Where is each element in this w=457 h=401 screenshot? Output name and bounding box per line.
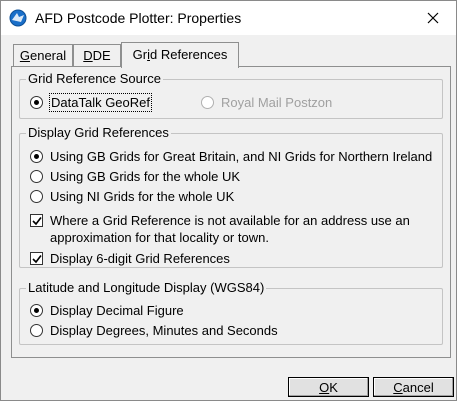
radio-button-disabled[interactable] [201, 96, 214, 109]
radio-button[interactable] [30, 190, 43, 203]
check-mark-icon [31, 254, 42, 263]
tab-grid-references[interactable]: Grid References [121, 42, 239, 68]
cancel-button[interactable]: Cancel [373, 377, 454, 397]
radio-decimal-figure[interactable]: Display Decimal Figure [30, 302, 184, 319]
cancel-button-mnemonic: C [393, 379, 403, 395]
radio-button-checked[interactable] [30, 150, 43, 163]
checkbox-6-digit-grid-references[interactable]: Display 6-digit Grid References [30, 250, 230, 267]
radio-ni-grids-whole-uk[interactable]: Using NI Grids for the whole UK [30, 188, 234, 205]
tab-dde[interactable]: DDE [73, 44, 121, 67]
tab-general-label-post: eneral [29, 48, 67, 63]
tab-panel-grid-references: Grid Reference Source DataTalk GeoRef Ro… [11, 66, 451, 358]
tab-general-label-mnemonic: G [19, 48, 30, 63]
radio-gb-and-ni-grids[interactable]: Using GB Grids for Great Britain, and NI… [30, 148, 432, 165]
radio-gb-grids-whole-uk[interactable]: Using GB Grids for the whole UK [30, 168, 240, 185]
ok-button-mnemonic: O [319, 379, 330, 395]
checkbox-checked[interactable] [30, 252, 43, 265]
radio-label-ni-whole: Using NI Grids for the whole UK [50, 189, 235, 204]
checkbox-label-line1: Where a Grid Reference is not available … [50, 213, 410, 228]
window-title: AFD Postcode Plotter: Properties [35, 10, 242, 26]
group-label-display: Display Grid References [26, 125, 171, 141]
radio-datatalk-georef[interactable]: DataTalk GeoRef [30, 93, 152, 112]
ok-button[interactable]: OK [288, 377, 369, 397]
close-icon [427, 12, 439, 24]
tab-grid-references-label-pre: Gr [132, 47, 148, 62]
tab-grid-references-label-post: d References [150, 47, 228, 62]
check-mark-icon [31, 216, 42, 225]
checkbox-label-6-digit: Display 6-digit Grid References [50, 251, 230, 266]
radio-label-postzon: Royal Mail Postzon [221, 95, 333, 110]
tab-dde-label-post: DE [92, 48, 111, 63]
radio-label-dms: Display Degrees, Minutes and Seconds [50, 323, 278, 338]
checkbox-label-line2: approximation for that locality or town. [50, 230, 269, 245]
radio-label-gb-whole: Using GB Grids for the whole UK [50, 169, 241, 184]
radio-button-checked[interactable] [30, 96, 43, 109]
properties-dialog: AFD Postcode Plotter: Properties General… [0, 0, 457, 401]
group-label-latlong: Latitude and Longitude Display (WGS84) [26, 280, 267, 296]
radio-button[interactable] [30, 324, 43, 337]
checkbox-use-approximation[interactable]: Where a Grid Reference is not available … [30, 212, 410, 246]
radio-royal-mail-postzon[interactable]: Royal Mail Postzon [201, 94, 332, 111]
radio-button-checked[interactable] [30, 304, 43, 317]
close-button[interactable] [410, 1, 456, 35]
group-latlong-display: Latitude and Longitude Display (WGS84) D… [19, 280, 443, 345]
tab-general[interactable]: General [13, 44, 73, 67]
checkbox-checked[interactable] [30, 214, 43, 227]
radio-label-datatalk: DataTalk GeoRef [49, 93, 152, 112]
radio-degrees-minutes-seconds[interactable]: Display Degrees, Minutes and Seconds [30, 322, 278, 339]
cancel-button-label: ancel [402, 379, 434, 395]
title-bar: AFD Postcode Plotter: Properties [1, 1, 456, 35]
group-label-source: Grid Reference Source [26, 71, 163, 87]
group-grid-reference-source: Grid Reference Source DataTalk GeoRef Ro… [19, 71, 443, 119]
group-display-grid-references: Display Grid References Using GB Grids f… [19, 125, 443, 268]
checkbox-approximation-text: Where a Grid Reference is not available … [50, 212, 410, 246]
tab-dde-label-mnemonic: D [83, 48, 93, 63]
ok-button-label: K [329, 379, 338, 395]
radio-label-decimal: Display Decimal Figure [50, 303, 184, 318]
radio-button[interactable] [30, 170, 43, 183]
radio-label-gb-ni: Using GB Grids for Great Britain, and NI… [50, 149, 433, 164]
afd-globe-icon [9, 9, 27, 27]
